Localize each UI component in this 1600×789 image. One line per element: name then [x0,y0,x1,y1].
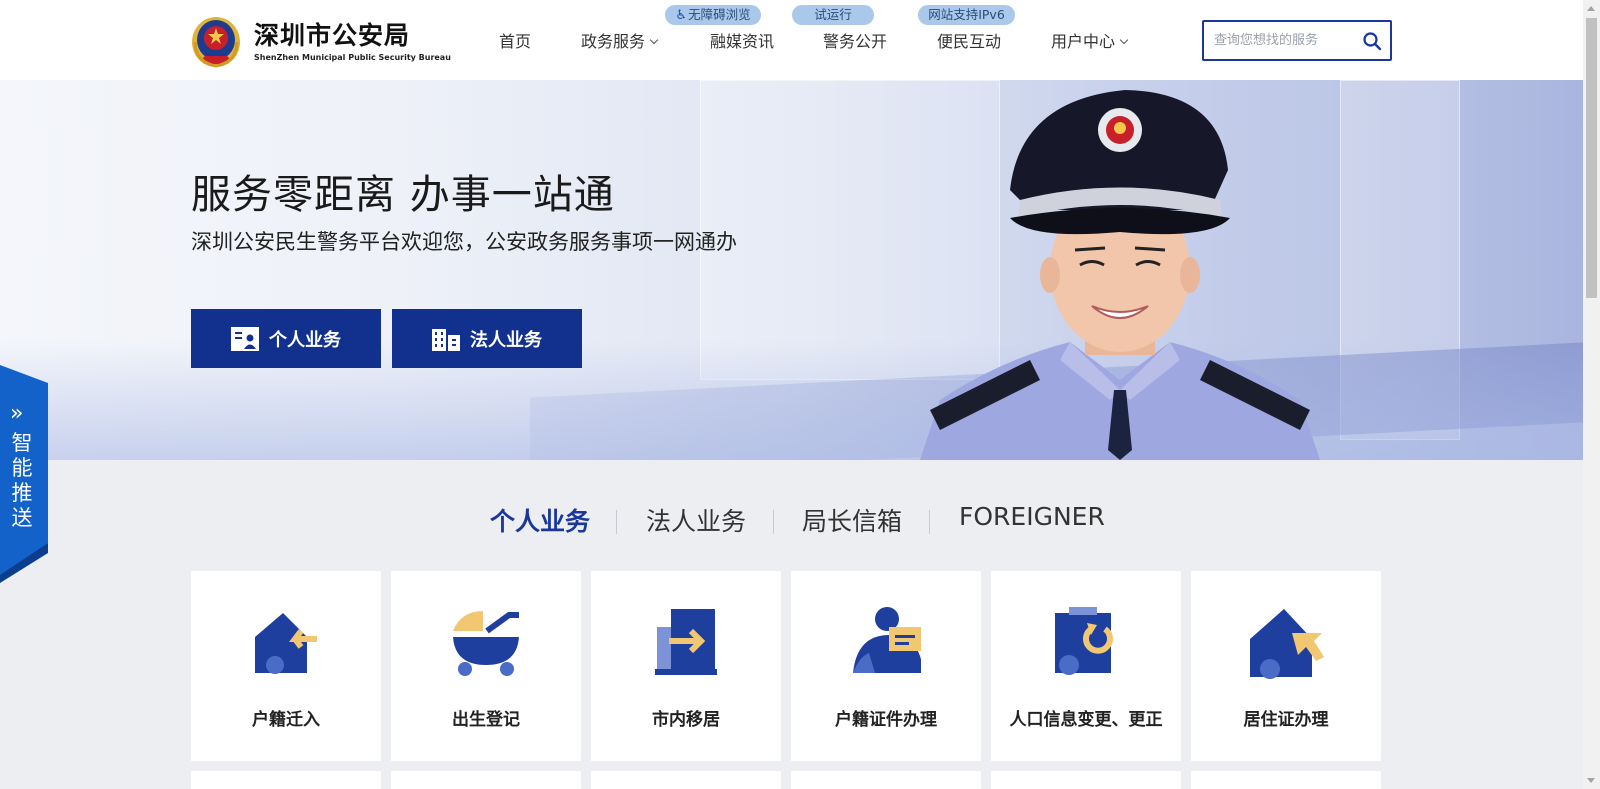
corporate-business-button[interactable]: 法人业务 [392,309,582,368]
service-card-partial[interactable] [591,771,781,789]
service-card-birth-registration[interactable]: 出生登记 [391,571,581,761]
chevron-down-icon [1119,35,1129,45]
service-label: 市内移居 [652,710,720,730]
service-card-hukou-move-in[interactable]: 户籍迁入 [191,571,381,761]
hero-title: 服务零距离 办事一站通 [191,172,615,218]
clipboard-refresh-icon [1055,607,1113,675]
house-cursor-icon [1250,609,1324,679]
brand-name-en: ShenZhen Municipal Public Security Burea… [254,53,451,62]
search-icon[interactable] [1362,31,1382,51]
scrollbar-thumb[interactable] [1586,18,1597,298]
service-card-in-city-relocation[interactable]: 市内移居 [591,571,781,761]
police-emblem-icon[interactable] [191,12,241,68]
brand-name-cn[interactable]: 深圳市公安局 [254,16,410,52]
service-label: 出生登记 [452,710,520,730]
tab-divider [616,510,617,534]
service-card-residence-permit[interactable]: 居住证办理 [1191,571,1381,761]
double-chevron-right-icon: » [10,401,24,426]
tab-director-mailbox[interactable]: 局长信箱 [802,502,902,538]
button-label: 个人业务 [269,329,341,351]
nav-government-services[interactable]: 政务服务 [581,28,659,52]
service-label: 居住证办理 [1243,710,1329,730]
business-tabs: 个人业务 法人业务 局长信箱 FOREIGNER [0,502,1583,542]
hero-banner: 服务零距离 办事一站通 深圳公安民生警务平台欢迎您，公安政务服务事项一网通办 个… [0,80,1583,460]
service-card-partial[interactable] [391,771,581,789]
service-card-partial[interactable] [1191,771,1381,789]
pill-label: 网站支持IPv6 [928,7,1005,22]
nav-user-center[interactable]: 用户中心 [1051,28,1129,52]
smart-push-tab[interactable]: » 智能推送 [0,365,48,583]
person-card-icon [853,607,921,673]
nav-home[interactable]: 首页 [499,28,531,52]
service-card-partial[interactable] [991,771,1181,789]
search-input[interactable] [1204,22,1354,59]
trial-run-pill: 试运行 [792,5,874,25]
building-icon [432,328,460,351]
ipv6-pill: 网站支持IPv6 [918,5,1015,25]
personal-business-button[interactable]: 个人业务 [191,309,381,368]
tab-personal[interactable]: 个人业务 [490,502,590,538]
service-card-population-info-change[interactable]: 人口信息变更、更正 [991,571,1181,761]
nav-label: 用户中心 [1051,32,1116,51]
tab-corporate[interactable]: 法人业务 [646,502,746,538]
service-card-partial[interactable] [791,771,981,789]
id-card-icon [231,326,259,351]
scroll-up-arrow-icon[interactable] [1587,6,1595,11]
service-label: 户籍证件办理 [835,710,937,730]
nav-label: 融媒资讯 [710,32,775,51]
tab-foreigner[interactable]: FOREIGNER [959,502,1105,531]
pill-label: 试运行 [814,7,852,22]
tab-divider [773,510,774,534]
search-box [1202,20,1392,61]
nav-label: 政务服务 [581,32,646,51]
pill-label: 无障碍浏览 [688,7,751,22]
vertical-scrollbar[interactable] [1583,0,1600,789]
nav-media-news[interactable]: 融媒资讯 [710,28,774,52]
button-label: 法人业务 [470,329,542,351]
door-arrow-icon [655,609,717,675]
hero-subtitle: 深圳公安民生警务平台欢迎您，公安政务服务事项一网通办 [191,230,737,254]
site-header: 深圳市公安局 ShenZhen Municipal Public Securit… [0,0,1583,80]
service-label: 人口信息变更、更正 [1009,710,1163,730]
nav-label: 便民互动 [937,32,1002,51]
stroller-icon [453,611,519,676]
chevron-down-icon [649,35,659,45]
wheelchair-icon: ♿ [675,8,688,23]
scroll-down-arrow-icon[interactable] [1587,778,1595,783]
nav-interaction[interactable]: 便民互动 [937,28,1001,52]
nav-label: 警务公开 [823,32,888,51]
accessibility-pill[interactable]: ♿无障碍浏览 [665,5,761,25]
service-label: 户籍迁入 [252,710,320,730]
house-arrow-in-icon [255,613,317,674]
service-card-hukou-certificates[interactable]: 户籍证件办理 [791,571,981,761]
service-card-partial[interactable] [191,771,381,789]
nav-police-disclosure[interactable]: 警务公开 [823,28,887,52]
tab-divider [929,510,930,534]
police-officer-image [920,90,1320,460]
nav-label: 首页 [499,32,532,51]
